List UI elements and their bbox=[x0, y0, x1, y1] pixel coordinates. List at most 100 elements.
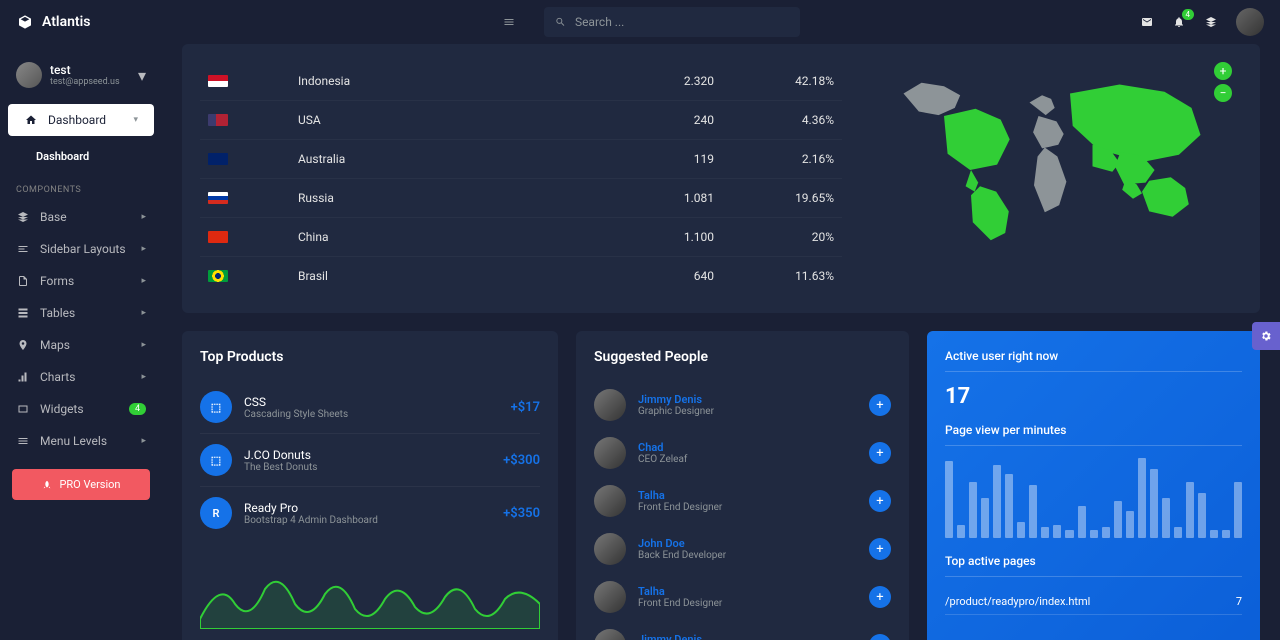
search-box[interactable] bbox=[544, 7, 800, 37]
bar bbox=[1126, 511, 1134, 538]
nav-item-charts[interactable]: Charts ▸ bbox=[0, 361, 162, 393]
bar bbox=[1005, 474, 1013, 538]
chevron-icon: ▸ bbox=[141, 276, 146, 286]
add-person-button[interactable]: + bbox=[869, 586, 891, 608]
chevron-icon: ▸ bbox=[141, 372, 146, 382]
search-input[interactable] bbox=[575, 15, 790, 29]
person-role: CEO Zeleaf bbox=[638, 454, 687, 465]
nav-item-maps[interactable]: Maps▸ bbox=[0, 329, 162, 361]
flag-icon bbox=[208, 192, 228, 204]
person-name[interactable]: John Doe bbox=[638, 537, 726, 550]
person-name[interactable]: Talha bbox=[638, 585, 722, 598]
add-person-button[interactable]: + bbox=[869, 634, 891, 640]
chevron-icon: ▸ bbox=[141, 340, 146, 350]
person-avatar bbox=[594, 485, 626, 517]
nav-icon bbox=[16, 434, 30, 448]
country-pct: 11.63% bbox=[714, 269, 834, 283]
person-role: Graphic Designer bbox=[638, 406, 714, 417]
bar bbox=[1090, 530, 1098, 538]
gear-icon bbox=[1259, 329, 1273, 343]
top-products-card: Top Products ⬚CSSCascading Style Sheets+… bbox=[182, 331, 558, 640]
person-avatar bbox=[594, 389, 626, 421]
product-row: ⬚J.CO DonutsThe Best Donuts+$300 bbox=[200, 433, 540, 486]
page-row: /product/readypro/index.html 7 bbox=[945, 589, 1242, 615]
person-avatar bbox=[594, 629, 626, 640]
product-desc: Cascading Style Sheets bbox=[244, 409, 348, 420]
country-value: 240 bbox=[614, 113, 714, 127]
product-name: Ready Pro bbox=[244, 501, 378, 515]
bar bbox=[1041, 527, 1049, 538]
stats-row: China1.10020% bbox=[200, 218, 842, 257]
product-price: +$350 bbox=[503, 506, 540, 521]
avatar bbox=[16, 62, 42, 88]
nav-label: Forms bbox=[40, 274, 74, 288]
active-users-title: Active user right now bbox=[945, 349, 1242, 363]
country-value: 2.320 bbox=[614, 74, 714, 88]
person-row: Jimmy DenisGraphic Designer+ bbox=[594, 621, 891, 640]
person-row: John DoeBack End Developer+ bbox=[594, 525, 891, 573]
nav-item-menu-levels[interactable]: Menu Levels▸ bbox=[0, 425, 162, 457]
notifications-icon[interactable]: 4 bbox=[1172, 15, 1186, 29]
settings-fab[interactable] bbox=[1252, 322, 1280, 350]
nav-item-base[interactable]: Base▸ bbox=[0, 201, 162, 233]
country-value: 1.100 bbox=[614, 230, 714, 244]
country-pct: 19.65% bbox=[714, 191, 834, 205]
product-row: ⬚CSSCascading Style Sheets+$17 bbox=[200, 381, 540, 433]
brand-logo[interactable]: Atlantis bbox=[16, 13, 162, 31]
zoom-in-button[interactable]: + bbox=[1214, 62, 1232, 80]
bar bbox=[945, 461, 953, 538]
nav-item-tables[interactable]: Tables ▸ bbox=[0, 297, 162, 329]
product-name: J.CO Donuts bbox=[244, 448, 317, 462]
stats-row: Australia1192.16% bbox=[200, 140, 842, 179]
person-name[interactable]: Jimmy Denis bbox=[638, 633, 714, 640]
nav-icon bbox=[16, 370, 30, 384]
nav-badge: 4 bbox=[129, 403, 146, 415]
nav-item-forms[interactable]: Forms ▸ bbox=[0, 265, 162, 297]
nav-section-label: COMPONENTS bbox=[0, 171, 162, 201]
bar bbox=[1210, 530, 1218, 538]
active-users-count: 17 bbox=[945, 384, 1242, 409]
person-role: Front End Designer bbox=[638, 598, 722, 609]
country-value: 119 bbox=[614, 152, 714, 166]
add-person-button[interactable]: + bbox=[869, 442, 891, 464]
nav-dashboard[interactable]: Dashboard ▾ bbox=[8, 104, 154, 136]
stats-row: Indonesia2.32042.18% bbox=[200, 62, 842, 101]
country-pct: 42.18% bbox=[714, 74, 834, 88]
bar bbox=[1065, 530, 1073, 538]
layers-icon[interactable] bbox=[1204, 15, 1218, 29]
add-person-button[interactable]: + bbox=[869, 490, 891, 512]
person-name[interactable]: Jimmy Denis bbox=[638, 393, 714, 406]
notification-badge: 4 bbox=[1182, 9, 1195, 20]
chevron-icon: ▸ bbox=[141, 308, 146, 318]
pageview-title: Page view per minutes bbox=[945, 423, 1242, 437]
page-path: /product/readypro/index.html bbox=[945, 595, 1090, 608]
bar bbox=[1174, 527, 1182, 538]
add-person-button[interactable]: + bbox=[869, 538, 891, 560]
world-map[interactable]: + − bbox=[862, 62, 1242, 295]
bar bbox=[993, 465, 1001, 538]
card-title: Top Products bbox=[200, 349, 540, 365]
user-avatar[interactable] bbox=[1236, 8, 1264, 36]
nav-item-sidebar-layouts[interactable]: Sidebar Layouts▸ bbox=[0, 233, 162, 265]
person-name[interactable]: Chad bbox=[638, 441, 687, 454]
add-person-button[interactable]: + bbox=[869, 394, 891, 416]
bar bbox=[1078, 506, 1086, 538]
product-desc: Bootstrap 4 Admin Dashboard bbox=[244, 515, 378, 526]
person-name[interactable]: Talha bbox=[638, 489, 722, 502]
messages-icon[interactable] bbox=[1140, 15, 1154, 29]
zoom-out-button[interactable]: − bbox=[1214, 84, 1232, 102]
flag-icon bbox=[208, 75, 228, 87]
person-avatar bbox=[594, 533, 626, 565]
suggested-people-card: Suggested People Jimmy DenisGraphic Desi… bbox=[576, 331, 909, 640]
nav-label: Charts bbox=[40, 370, 75, 384]
nav-label: Tables bbox=[40, 306, 75, 320]
menu-toggle-icon[interactable] bbox=[502, 15, 516, 29]
active-users-card: Active user right now 17 Page view per m… bbox=[927, 331, 1260, 640]
bar bbox=[1162, 498, 1170, 538]
nav-item-widgets[interactable]: Widgets4 bbox=[0, 393, 162, 425]
pro-version-button[interactable]: PRO Version bbox=[12, 469, 150, 500]
sidebar-user[interactable]: test test@appseed.us ▾ bbox=[0, 52, 162, 98]
bar bbox=[1017, 522, 1025, 538]
nav-dashboard-sub[interactable]: Dashboard bbox=[0, 142, 162, 171]
nav-icon bbox=[16, 210, 30, 224]
